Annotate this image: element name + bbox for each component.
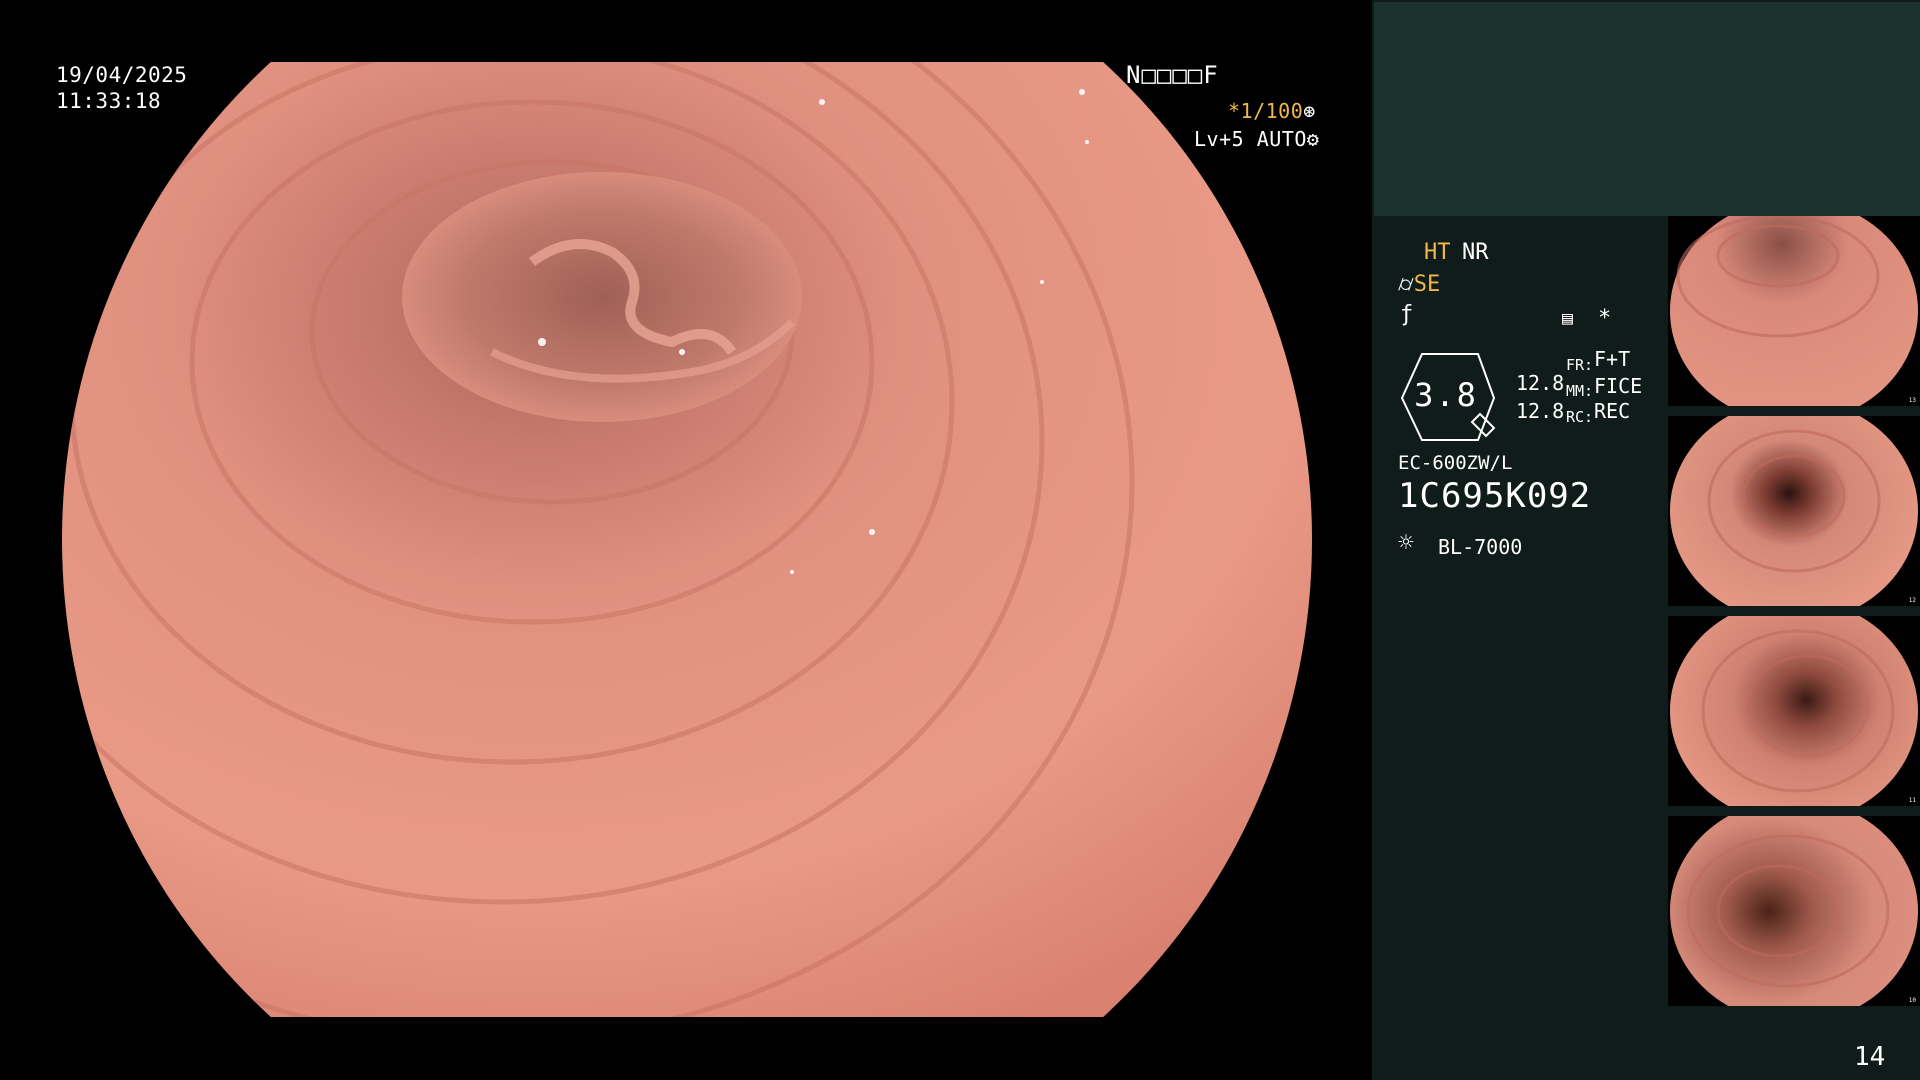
fr-label: FR: [1566,356,1594,374]
thumbnail-number: 11 [1908,797,1916,804]
date-text: 19/04/2025 [56,63,188,87]
side-panel-header-area [1374,2,1920,216]
gear-icon: ⚙ [1306,127,1320,151]
osd-code: N□□□□F [1126,61,1219,89]
mm-value: FICE [1594,374,1643,398]
sun-icon: ☼ [1398,528,1414,558]
scope-serial: 1C695K092 [1398,476,1592,516]
page-number: 14 [1854,1042,1886,1072]
time-text: 11:33:18 [56,89,162,113]
mode-nr-label: NR [1462,240,1489,265]
structure-enhancement: ⌭SE [1398,272,1440,298]
endoscope-main-view: 19/04/2025 11:33:18 N□□□□F *1/100⊛ Lv+5 … [0,0,1372,1080]
aperture-icon: ⊛ [1303,99,1316,123]
value-1: 12.8 [1516,371,1565,395]
thumbnail-number: 10 [1908,997,1916,1004]
asterisk-icon: * [1598,306,1612,331]
mm-label: MM: [1566,382,1594,400]
value-2: 12.8 [1516,399,1565,423]
rc-label: RC: [1566,408,1594,426]
fr-value: F+T [1594,347,1631,371]
date-time-display: 19/04/2025 11:33:18 [56,62,187,114]
se-label: SE [1413,272,1441,297]
thumbnail-item[interactable]: 11 [1668,616,1920,806]
se-icon: ⌭ [1398,272,1414,297]
status-info-column: HT NR ⌭SE ƒ ▤ * 3.8 12.8 12.8 FR: F+T MM… [1372,216,1668,1080]
slash-f-icon: ƒ [1400,302,1414,327]
zoom-badge: 3.8 [1398,352,1506,441]
endoscopic-image [62,62,1312,1017]
thumbnail-item[interactable]: 12 [1668,416,1920,606]
thumbnail-item[interactable]: 10 [1668,816,1920,1006]
light-source: BL-7000 [1438,535,1523,559]
shutter-text: *1/100 [1228,99,1304,123]
image-settings-icon: ▤ [1562,308,1573,329]
rc-value: REC [1594,399,1631,423]
level-readout: Lv+5 AUTO⚙ [1194,126,1319,152]
mode-ht-label: HT [1424,240,1451,265]
thumbnail-number: 12 [1908,597,1916,604]
thumbnail-number: 13 [1908,397,1916,404]
side-panel: HT NR ⌭SE ƒ ▤ * 3.8 12.8 12.8 FR: F+T MM… [1372,0,1920,1080]
level-text: Lv+5 AUTO [1194,127,1307,151]
shutter-readout: *1/100⊛ [1228,98,1316,124]
thumbnail-strip: 13 12 11 10 [1668,216,1920,1016]
zoom-value: 3.8 [1414,376,1478,414]
scope-model: EC-600ZW/L [1398,452,1513,474]
thumbnail-item[interactable]: 13 [1668,216,1920,406]
